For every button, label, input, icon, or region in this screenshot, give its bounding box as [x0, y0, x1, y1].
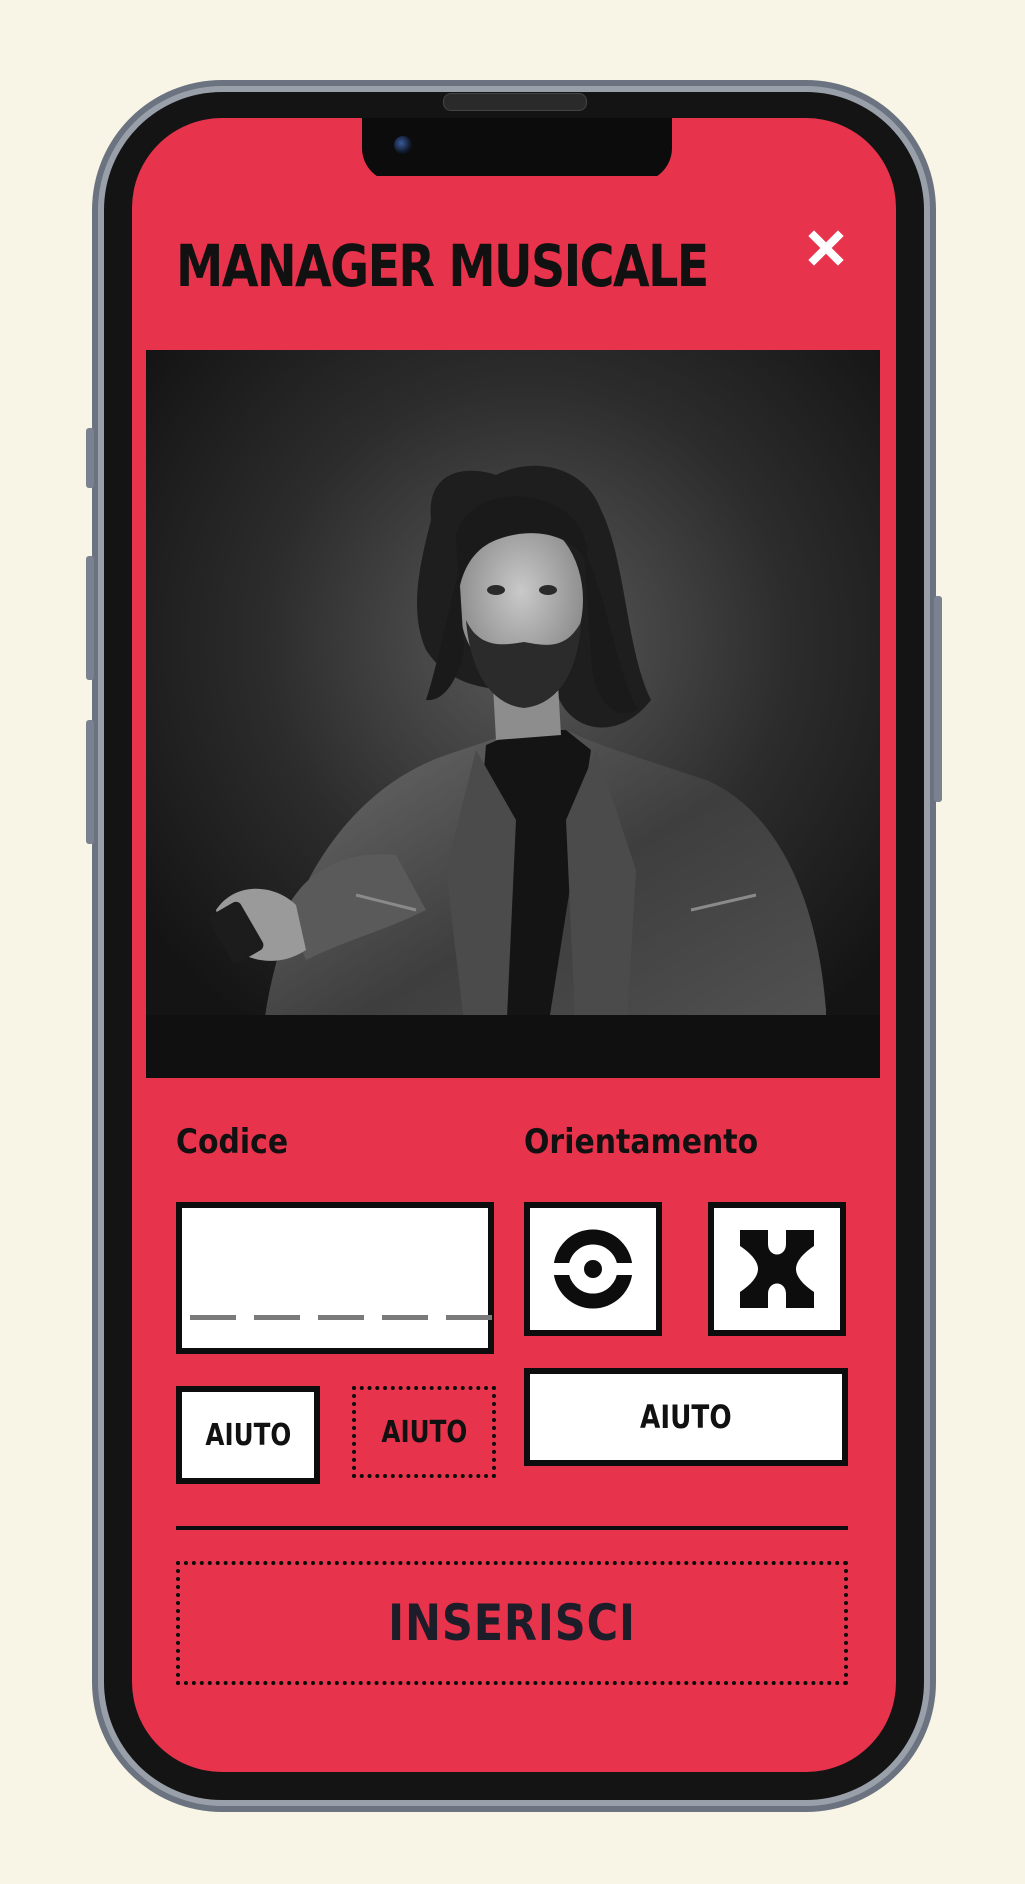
- orientation-option-target[interactable]: [524, 1202, 662, 1336]
- manager-card: MANAGER MUSICALE Codice Orientamento AIU…: [146, 176, 880, 1712]
- code-help-label: AIUTO: [205, 1417, 291, 1453]
- code-help-alt-label: AIUTO: [381, 1414, 467, 1450]
- volume-down-button: [86, 720, 94, 844]
- portrait-illustration: [146, 350, 880, 1078]
- code-slot: [318, 1315, 364, 1320]
- phone-screen: MANAGER MUSICALE Codice Orientamento AIU…: [132, 118, 896, 1772]
- page-title: MANAGER MUSICALE: [176, 232, 709, 300]
- power-button: [934, 596, 942, 802]
- code-help-button[interactable]: AIUTO: [176, 1386, 320, 1484]
- orientation-help-label: AIUTO: [640, 1398, 732, 1436]
- close-button[interactable]: [804, 226, 848, 270]
- hourglass-bracket-icon: [740, 1230, 814, 1308]
- close-icon: [808, 230, 844, 266]
- notch: [362, 118, 672, 182]
- code-slot: [382, 1315, 428, 1320]
- code-label: Codice: [176, 1122, 289, 1162]
- code-input[interactable]: [176, 1202, 494, 1354]
- silent-switch: [86, 428, 94, 488]
- orientation-help-button[interactable]: AIUTO: [524, 1368, 848, 1466]
- orientation-option-hourglass[interactable]: [708, 1202, 846, 1336]
- section-divider: [176, 1526, 848, 1530]
- insert-button[interactable]: INSERISCI: [176, 1561, 848, 1685]
- circle-target-icon: [548, 1229, 638, 1309]
- code-slot: [254, 1315, 300, 1320]
- orientation-label: Orientamento: [524, 1122, 759, 1162]
- code-help-alt-button[interactable]: AIUTO: [352, 1386, 496, 1478]
- earpiece-speaker: [443, 93, 587, 111]
- insert-button-label: INSERISCI: [388, 1594, 636, 1652]
- portrait-photo: [146, 350, 880, 1078]
- page: MANAGER MUSICALE Codice Orientamento AIU…: [0, 0, 1025, 1884]
- volume-up-button: [86, 556, 94, 680]
- front-camera-icon: [394, 136, 412, 154]
- code-slot: [446, 1315, 492, 1320]
- code-slot: [190, 1315, 236, 1320]
